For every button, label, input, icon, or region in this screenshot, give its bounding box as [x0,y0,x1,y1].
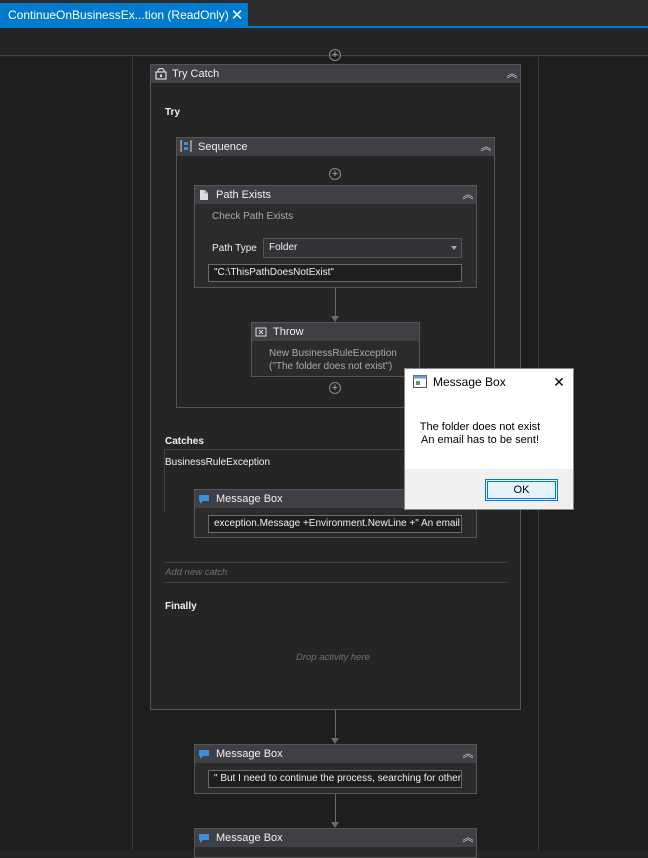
add-new-catch-link[interactable]: Add new catch [165,567,227,578]
sequence-collapse-icon[interactable]: ︽ [479,138,493,156]
window-icon [413,375,427,388]
divider [164,562,507,563]
throw-expression-line2: ("The folder does not exist") [269,361,393,372]
throw-expression-line1: New BusinessRuleException [269,348,397,359]
path-type-value: Folder [269,242,298,253]
dialog-message-line2: An email has to be sent! [420,434,539,446]
message-box-icon [199,495,209,504]
message-box-title: Message Box [216,832,283,844]
try-catch-collapse-icon[interactable]: ︽ [505,65,519,83]
path-exists-title: Path Exists [216,189,272,201]
dialog-close-icon[interactable]: ✕ [545,369,573,396]
insert-activity-plus-icon[interactable]: + [329,382,341,394]
connector-line [335,710,336,738]
ok-button[interactable]: OK [485,479,558,501]
dialog-title: Message Box [433,375,506,389]
insert-activity-plus-icon[interactable]: + [329,168,341,180]
path-exists-subtitle: Check Path Exists [212,211,294,222]
file-icon [200,190,208,200]
catch-exception-type[interactable]: BusinessRuleException [165,457,270,468]
message-box-title: Message Box [216,748,283,760]
outer-sequence-left-border [132,57,133,850]
tab-close-icon[interactable]: ✕ [229,3,245,28]
chevron-down-icon[interactable] [451,246,457,250]
catch-message-value: exception.Message +Environment.NewLine +… [214,518,461,529]
connector-line [335,288,336,316]
dialog-message-line1: The folder does not exist [419,421,541,433]
try-catch-icon [155,68,167,80]
tab-title: ContinueOnBusinessEx...tion (ReadOnly) [8,8,229,22]
path-input[interactable]: "C:\ThisPathDoesNotExist" [208,264,462,282]
throw-title: Throw [273,326,304,338]
path-type-label: Path Type [212,243,257,254]
throw-icon [255,327,267,337]
sequence-icon [180,140,192,152]
path-exists-collapse-icon[interactable]: ︽ [461,186,475,204]
try-section-label: Try [165,107,181,118]
sequence-title: Sequence [198,141,248,153]
message-box-collapse-icon[interactable]: ︽ [461,829,475,847]
message-box-collapse-icon[interactable]: ︽ [461,745,475,763]
insert-activity-plus-icon[interactable]: + [329,49,341,61]
catch-message-input[interactable]: exception.Message +Environment.NewLine +… [208,515,462,533]
message-box-icon [199,834,209,843]
message-box-dialog: Message Box ✕ The folder does not exist … [404,368,574,510]
finally-section-label: Finally [165,601,197,612]
designer-toolbar [0,30,648,56]
message-box-text-value: " But I need to continue the process, se… [214,773,462,784]
connector-line [335,794,336,822]
drop-activity-hint[interactable]: Drop activity here [296,652,370,663]
message-box-icon [199,750,209,759]
path-type-dropdown[interactable]: Folder [263,238,462,258]
catch-message-box-title: Message Box [216,493,283,505]
divider [164,582,507,583]
document-tab[interactable]: ContinueOnBusinessEx...tion (ReadOnly) [0,3,248,28]
catches-section-label: Catches [165,436,204,447]
try-catch-title: Try Catch [172,68,220,80]
message-box-text-input[interactable]: " But I need to continue the process, se… [208,770,462,788]
path-value: "C:\ThisPathDoesNotExist" [214,267,334,278]
